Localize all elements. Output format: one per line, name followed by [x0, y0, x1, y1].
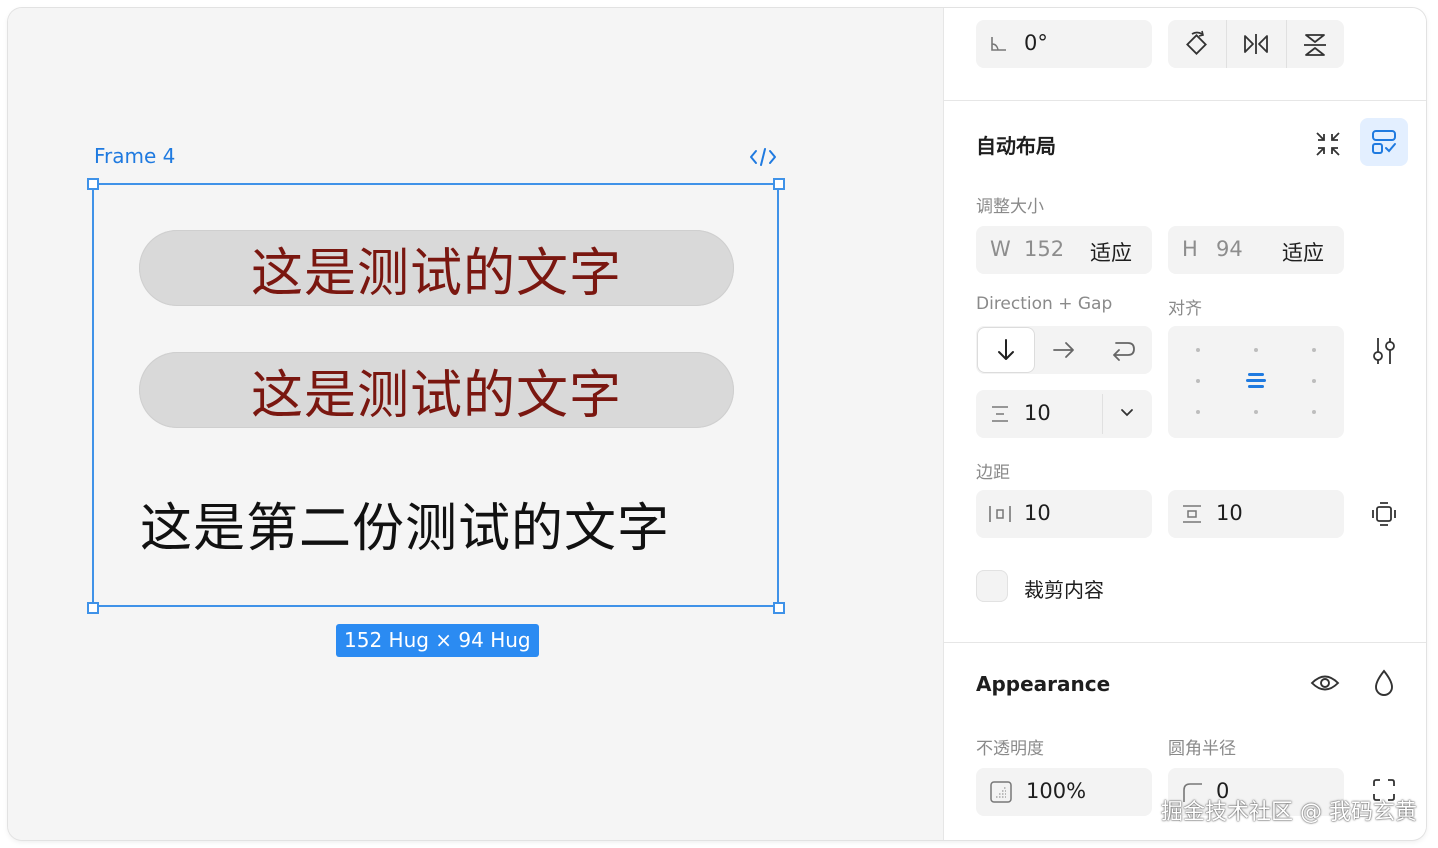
arrow-right-icon[interactable] — [1052, 340, 1076, 360]
rotation-value: 0° — [1024, 31, 1048, 55]
corner-radius-label: 圆角半径 — [1168, 739, 1236, 759]
code-icon[interactable] — [748, 146, 778, 168]
drop-icon[interactable] — [1372, 668, 1396, 698]
opacity-label: 不透明度 — [976, 739, 1044, 759]
watermark-text: 掘金技术社区 @ 我码玄黄 — [1161, 800, 1417, 825]
horizontal-padding-field[interactable]: 10 — [976, 490, 1152, 538]
height-prefix: H — [1182, 237, 1198, 261]
align-top-left[interactable] — [1196, 348, 1200, 352]
flip-vertical-icon[interactable] — [1302, 32, 1328, 58]
align-top-center[interactable] — [1254, 348, 1258, 352]
advanced-settings-icon[interactable] — [1370, 336, 1398, 366]
resize-handle-bottom-right[interactable] — [773, 602, 785, 614]
resize-handle-bottom-left[interactable] — [87, 602, 99, 614]
direction-selector — [976, 326, 1152, 374]
resize-handle-top-left[interactable] — [87, 178, 99, 190]
height-mode[interactable]: 适应 — [1282, 237, 1324, 267]
clip-content-label[interactable]: 裁剪内容 — [1024, 574, 1104, 603]
opacity-icon — [990, 781, 1012, 803]
wrap-icon[interactable] — [1110, 339, 1136, 361]
opacity-value: 100% — [1026, 779, 1087, 803]
horizontal-padding-icon — [989, 506, 1011, 522]
resize-label: 调整大小 — [976, 197, 1044, 217]
horizontal-padding-value: 10 — [1024, 501, 1051, 525]
alignment-grid[interactable] — [1168, 326, 1344, 438]
align-middle-right[interactable] — [1312, 379, 1316, 383]
height-value: 94 — [1216, 237, 1243, 261]
rotate-icon[interactable] — [1184, 30, 1210, 58]
text-pill-2[interactable]: 这是测试的文字 — [139, 352, 734, 428]
individual-padding-icon[interactable] — [1372, 502, 1396, 526]
width-value: 152 — [1024, 237, 1065, 261]
width-field[interactable]: W 152 适应 — [976, 226, 1152, 274]
appearance-title: Appearance — [976, 672, 1111, 696]
size-badge: 152 Hug × 94 Hug — [336, 624, 539, 657]
plain-text-layer[interactable]: 这是第二份测试的文字 — [140, 486, 670, 561]
align-center-active-icon[interactable] — [1246, 372, 1266, 390]
angle-icon — [991, 37, 1006, 51]
align-middle-left[interactable] — [1196, 379, 1200, 383]
transform-buttons — [1168, 20, 1344, 68]
align-label: 对齐 — [1168, 299, 1202, 319]
text-pill-1-label: 这是测试的文字 — [250, 243, 622, 304]
auto-layout-icon — [1372, 130, 1396, 154]
text-pill-1[interactable]: 这是测试的文字 — [139, 230, 734, 306]
padding-label: 边距 — [976, 463, 1010, 483]
collapse-icon[interactable] — [1314, 130, 1342, 158]
align-bottom-right[interactable] — [1312, 410, 1316, 414]
eye-icon[interactable] — [1310, 672, 1340, 694]
gap-value: 10 — [1024, 401, 1051, 425]
gap-icon — [992, 406, 1008, 422]
direction-vertical-button[interactable] — [978, 328, 1034, 372]
gap-field[interactable]: 10 — [976, 390, 1152, 438]
auto-layout-toggle-button[interactable] — [1360, 118, 1408, 166]
rotation-field[interactable]: 0° — [976, 20, 1152, 68]
app-window: Frame 4 这是测试的文字 这是测试的文字 这是第二份测试的文字 152 H… — [8, 8, 1426, 840]
vertical-padding-icon — [1183, 505, 1201, 523]
arrow-down-icon — [998, 339, 1014, 360]
direction-gap-label: Direction + Gap — [976, 294, 1113, 314]
vertical-padding-value: 10 — [1216, 501, 1243, 525]
auto-layout-title: 自动布局 — [976, 134, 1056, 158]
text-pill-2-label: 这是测试的文字 — [250, 365, 622, 426]
flip-horizontal-icon[interactable] — [1242, 32, 1270, 56]
resize-handle-top-right[interactable] — [773, 178, 785, 190]
align-top-right[interactable] — [1312, 348, 1316, 352]
chevron-down-icon[interactable] — [1120, 408, 1134, 418]
opacity-field[interactable]: 100% — [976, 768, 1152, 816]
align-bottom-center[interactable] — [1254, 410, 1258, 414]
frame-name-label[interactable]: Frame 4 — [94, 144, 175, 168]
width-prefix: W — [990, 237, 1011, 261]
align-bottom-left[interactable] — [1196, 410, 1200, 414]
design-canvas[interactable]: Frame 4 这是测试的文字 这是测试的文字 这是第二份测试的文字 152 H… — [8, 8, 943, 840]
properties-panel: 0° 自动布局 调整大小 W 152 适应 H 94 适应 Direction … — [943, 8, 1426, 840]
height-field[interactable]: H 94 适应 — [1168, 226, 1344, 274]
clip-content-checkbox[interactable] — [976, 570, 1008, 602]
vertical-padding-field[interactable]: 10 — [1168, 490, 1344, 538]
width-mode[interactable]: 适应 — [1090, 237, 1132, 267]
